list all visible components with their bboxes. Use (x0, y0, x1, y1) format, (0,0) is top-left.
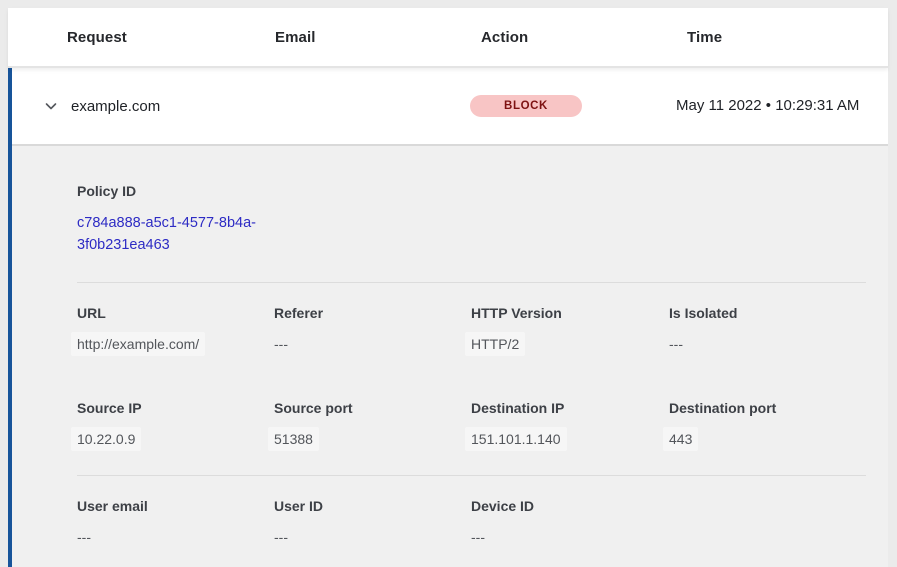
column-header-request: Request (67, 29, 275, 46)
detail-field-value: 51388 (268, 427, 319, 451)
detail-field-value: http://example.com/ (71, 332, 205, 356)
detail-fields-grid-main: URLhttp://example.com/Referer---HTTP Ver… (77, 304, 866, 449)
detail-field: Is Isolated --- (669, 304, 866, 354)
collapse-row-button[interactable] (43, 98, 59, 114)
detail-field: URLhttp://example.com/ (77, 304, 274, 354)
detail-field-label: Destination IP (471, 399, 657, 417)
detail-field-label: Referer (274, 304, 459, 322)
table-header: Request Email Action Time (8, 8, 888, 68)
row-request-value: example.com (71, 98, 264, 115)
logs-table: Request Email Action Time example.com BL… (8, 8, 888, 567)
detail-field-value: --- (471, 527, 657, 547)
expanded-row-wrapper: example.com BLOCK May 11 2022 • 10:29:31… (8, 68, 888, 567)
chevron-down-icon (43, 98, 59, 114)
detail-field-label: Source IP (77, 399, 262, 417)
column-header-action: Action (481, 29, 687, 46)
detail-field-label: Device ID (471, 497, 657, 515)
gateway-logs-page: Request Email Action Time example.com BL… (0, 0, 897, 567)
detail-field-label: Is Isolated (669, 304, 854, 322)
status-badge: BLOCK (470, 95, 582, 117)
detail-field: Destination IP151.101.1.140 (471, 399, 669, 449)
detail-field-label: URL (77, 304, 262, 322)
detail-field: Source port51388 (274, 399, 471, 449)
detail-field-label: User email (77, 497, 262, 515)
table-row[interactable]: example.com BLOCK May 11 2022 • 10:29:31… (12, 68, 888, 146)
section-divider (77, 475, 866, 476)
detail-field-label: Destination port (669, 399, 854, 417)
detail-field-label: Source port (274, 399, 459, 417)
detail-field: HTTP VersionHTTP/2 (471, 304, 669, 354)
detail-field-value: --- (669, 334, 854, 354)
policy-section: Policy ID c784a888-a5c1-4577-8b4a-3f0b23… (77, 182, 866, 256)
detail-field-label: HTTP Version (471, 304, 657, 322)
section-divider (77, 282, 866, 283)
policy-id-link[interactable]: c784a888-a5c1-4577-8b4a-3f0b231ea463 (77, 212, 289, 256)
detail-fields-grid-user: User email --- User ID --- Device ID --- (77, 497, 866, 547)
policy-id-label: Policy ID (77, 182, 866, 200)
detail-field-label: User ID (274, 497, 459, 515)
detail-field-value: 10.22.0.9 (71, 427, 141, 451)
detail-field-value: 443 (663, 427, 698, 451)
detail-field-value: 151.101.1.140 (465, 427, 567, 451)
detail-field-value: HTTP/2 (465, 332, 525, 356)
detail-field: User ID --- (274, 497, 471, 547)
row-action-cell: BLOCK (470, 95, 676, 117)
detail-field-value: --- (77, 527, 262, 547)
detail-field: Source IP10.22.0.9 (77, 399, 274, 449)
row-details-panel: Policy ID c784a888-a5c1-4577-8b4a-3f0b23… (12, 146, 888, 567)
detail-field-value: --- (274, 334, 459, 354)
detail-field: Destination port443 (669, 399, 866, 449)
detail-field: Referer --- (274, 304, 471, 354)
row-time-value: May 11 2022 • 10:29:31 AM (676, 94, 888, 118)
detail-field: User email --- (77, 497, 274, 547)
detail-field-value: --- (274, 527, 459, 547)
detail-field: Device ID --- (471, 497, 669, 547)
column-header-email: Email (275, 29, 481, 46)
column-header-time: Time (687, 29, 888, 46)
